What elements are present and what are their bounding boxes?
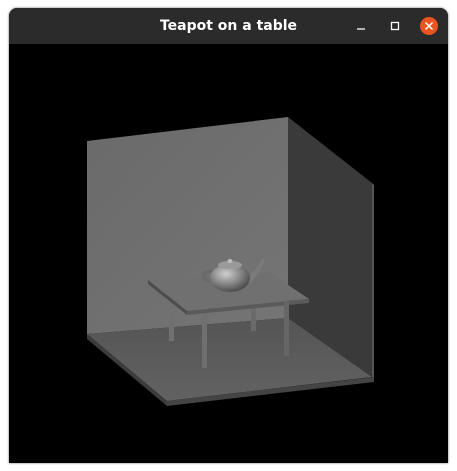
scene-render <box>87 117 374 406</box>
minimize-icon <box>357 28 365 30</box>
right-wall-edge <box>372 183 374 377</box>
table-leg-front-right <box>284 302 289 356</box>
3d-viewport[interactable] <box>9 44 448 463</box>
minimize-button[interactable] <box>352 17 370 35</box>
table-leg-front-left <box>202 314 207 368</box>
close-button[interactable] <box>420 17 438 35</box>
app-window: Teapot on a table <box>9 8 448 463</box>
close-icon <box>424 21 434 31</box>
title-bar[interactable]: Teapot on a table <box>9 8 448 44</box>
window-title: Teapot on a table <box>159 18 298 34</box>
maximize-button[interactable] <box>386 17 404 35</box>
maximize-icon <box>390 21 400 31</box>
